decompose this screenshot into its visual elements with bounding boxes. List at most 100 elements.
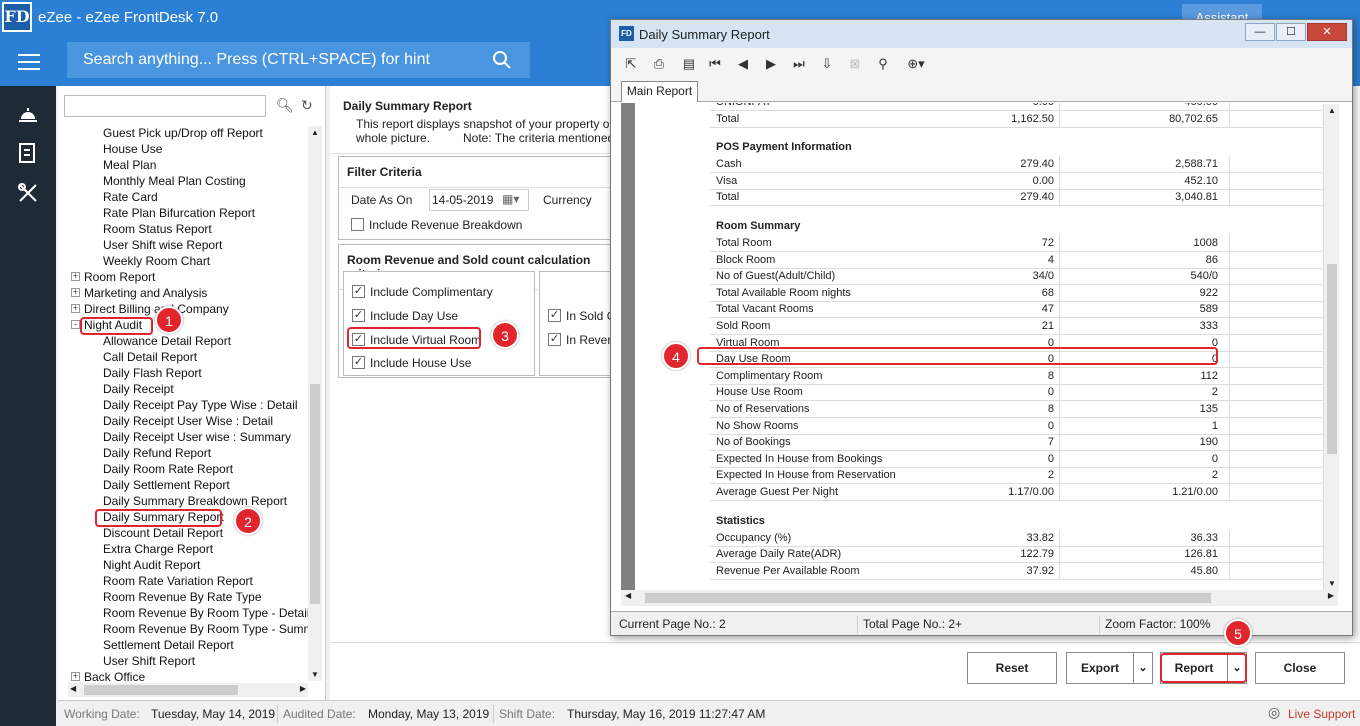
expand-icon[interactable]: + xyxy=(71,288,80,297)
report-cell: 8 xyxy=(1047,403,1054,415)
tree-item[interactable]: Rate Plan Bifurcation Report xyxy=(103,206,255,220)
tree-hscroll-thumb[interactable] xyxy=(84,685,238,695)
zoom-icon[interactable]: ⊕▾ xyxy=(903,56,929,72)
tree-item[interactable]: Daily Summary Breakdown Report xyxy=(103,494,287,508)
maximize-button[interactable]: ☐ xyxy=(1276,23,1306,41)
tree-item[interactable]: Daily Flash Report xyxy=(103,366,202,380)
tree-group[interactable]: + Back Office xyxy=(71,670,145,681)
tree-item[interactable]: Daily Refund Report xyxy=(103,446,211,460)
tree-item[interactable]: Night Audit Report xyxy=(103,558,200,572)
dialog-logo-icon: FD xyxy=(619,26,634,41)
search-placeholder: Search anything... Press (CTRL+SPACE) fo… xyxy=(83,51,430,68)
reports-icon[interactable] xyxy=(16,141,40,165)
tree-item[interactable]: Room Rate Variation Report xyxy=(103,574,253,588)
report-cell: Cash xyxy=(716,158,742,171)
tree-item[interactable]: Meal Plan xyxy=(103,158,156,172)
minimize-button[interactable]: — xyxy=(1245,23,1275,41)
close-button[interactable]: Close xyxy=(1255,652,1345,684)
report-section-header: Room Summary xyxy=(716,220,801,232)
refresh-icon[interactable]: ↻ xyxy=(301,97,313,114)
next-page-icon[interactable]: ▶ xyxy=(763,56,779,72)
calendar-icon[interactable]: ▦▾ xyxy=(502,192,519,206)
last-page-icon[interactable]: ⏭ xyxy=(791,56,807,72)
date-as-on-field[interactable]: 14-05-2019 ▦▾ xyxy=(429,189,529,211)
tree-item[interactable]: Daily Receipt User Wise : Detail xyxy=(103,414,273,428)
report-cell: 47 xyxy=(1041,303,1054,316)
hamburger-menu-icon[interactable] xyxy=(18,54,40,75)
tree-item[interactable]: Room Revenue By Rate Type xyxy=(103,590,262,604)
frontdesk-icon[interactable] xyxy=(16,102,40,126)
revenue-breakdown-label: Include Revenue Breakdown xyxy=(369,218,523,232)
include-house-use-checkbox[interactable]: ✓ xyxy=(352,356,365,369)
tree-item[interactable]: Monthly Meal Plan Costing xyxy=(103,174,246,188)
print-icon[interactable]: ⎙ xyxy=(651,56,667,72)
tree-item[interactable]: Daily Room Rate Report xyxy=(103,462,233,476)
expand-icon[interactable]: + xyxy=(71,272,80,281)
tree-item[interactable]: Daily Receipt xyxy=(103,382,174,396)
tree-search-input[interactable] xyxy=(64,95,266,117)
tree-item[interactable]: Room Revenue By Room Type - Detail xyxy=(103,606,310,620)
tree-item[interactable]: User Shift wise Report xyxy=(103,238,222,252)
report-row: Complimentary Room 8 112 xyxy=(709,367,1338,385)
report-row: No of Bookings 7 190 xyxy=(709,434,1338,452)
tree-vertical-scrollbar[interactable]: ▲ ▼ xyxy=(308,126,322,681)
viewer-vertical-scrollbar[interactable]: ▲ ▼ xyxy=(1323,104,1339,590)
tree-item[interactable]: Extra Charge Report xyxy=(103,542,213,556)
current-page-label: Current Page No.: 2 xyxy=(619,617,726,631)
in-sold-checkbox[interactable]: ✓ xyxy=(548,309,561,322)
shift-date-label: Shift Date: xyxy=(499,707,556,721)
tree-item[interactable]: Weekly Room Chart xyxy=(103,254,210,268)
tab-main-report[interactable]: Main Report xyxy=(621,81,698,102)
tree-item[interactable]: Call Detail Report xyxy=(103,350,197,364)
tree-item[interactable]: Discount Detail Report xyxy=(103,526,223,540)
find-icon[interactable]: ⚲ xyxy=(875,56,891,72)
reset-button[interactable]: Reset xyxy=(967,652,1057,684)
first-page-icon[interactable]: ⏮ xyxy=(707,56,723,72)
previous-page-icon[interactable]: ◀ xyxy=(735,56,751,72)
report-cell: 0 xyxy=(1047,419,1054,432)
tree-group[interactable]: + Marketing and Analysis xyxy=(71,286,207,300)
revenue-breakdown-checkbox[interactable] xyxy=(351,218,364,231)
tree-item[interactable]: Settlement Detail Report xyxy=(103,638,234,652)
stop-icon[interactable]: ⊠ xyxy=(847,56,863,72)
export-dropdown-button[interactable]: ⌄ xyxy=(1133,652,1153,684)
global-search-input[interactable]: Search anything... Press (CTRL+SPACE) fo… xyxy=(67,42,530,78)
report-row: Occupancy (%) 33.82 36.33 xyxy=(709,529,1338,547)
tree-item[interactable]: House Use xyxy=(103,142,162,156)
expand-icon[interactable]: + xyxy=(71,304,80,313)
export-report-icon[interactable]: ⇱ xyxy=(623,56,639,72)
in-revenue-label: In Reven xyxy=(566,333,615,347)
tree-item[interactable]: Guest Pick up/Drop off Report xyxy=(103,126,263,140)
goto-page-icon[interactable]: ⇩ xyxy=(819,56,835,72)
tree-item[interactable]: Daily Receipt User wise : Summary xyxy=(103,430,291,444)
viewer-scroll-thumb[interactable] xyxy=(1327,264,1337,454)
tree-item[interactable]: Allowance Detail Report xyxy=(103,334,231,348)
tree-item[interactable]: User Shift Report xyxy=(103,654,195,668)
expand-icon[interactable]: + xyxy=(71,672,80,681)
include-day-use-checkbox[interactable]: ✓ xyxy=(352,309,365,322)
page-setup-icon[interactable]: ▤ xyxy=(681,56,697,72)
viewer-hscroll-thumb[interactable] xyxy=(645,593,1211,603)
magnifier-icon[interactable]: 🔍︎ xyxy=(276,97,294,114)
audited-date-value: Monday, May 13, 2019 xyxy=(368,707,490,721)
search-icon[interactable] xyxy=(492,50,512,70)
dialog-close-button[interactable]: ✕ xyxy=(1307,23,1347,41)
tree-group-label: Room Report xyxy=(84,270,156,284)
report-cell: 1,162.50 xyxy=(1011,112,1054,125)
tree-scroll-thumb[interactable] xyxy=(310,384,320,604)
tree-horizontal-scrollbar[interactable]: ◀ ▶ xyxy=(68,683,308,697)
tree-group[interactable]: + Room Report xyxy=(71,270,156,284)
tree-item[interactable]: Rate Card xyxy=(103,190,158,204)
tree-item-label: User Shift Report xyxy=(103,654,196,668)
live-support-link[interactable]: Live Support xyxy=(1288,707,1355,721)
export-button[interactable]: Export xyxy=(1066,652,1134,684)
tree-item[interactable]: Room Status Report xyxy=(103,222,212,236)
viewer-horizontal-scrollbar[interactable]: ◀ ▶ xyxy=(621,590,1338,606)
tree-item[interactable]: Daily Receipt Pay Type Wise : Detail xyxy=(103,398,298,412)
tree-item[interactable]: Room Revenue By Room Type - Summary xyxy=(103,622,320,636)
collapse-icon[interactable]: - xyxy=(71,320,80,329)
tree-item[interactable]: Daily Settlement Report xyxy=(103,478,230,492)
in-revenue-checkbox[interactable]: ✓ xyxy=(548,333,561,346)
include-complimentary-checkbox[interactable]: ✓ xyxy=(352,285,365,298)
settings-icon[interactable] xyxy=(16,181,40,205)
